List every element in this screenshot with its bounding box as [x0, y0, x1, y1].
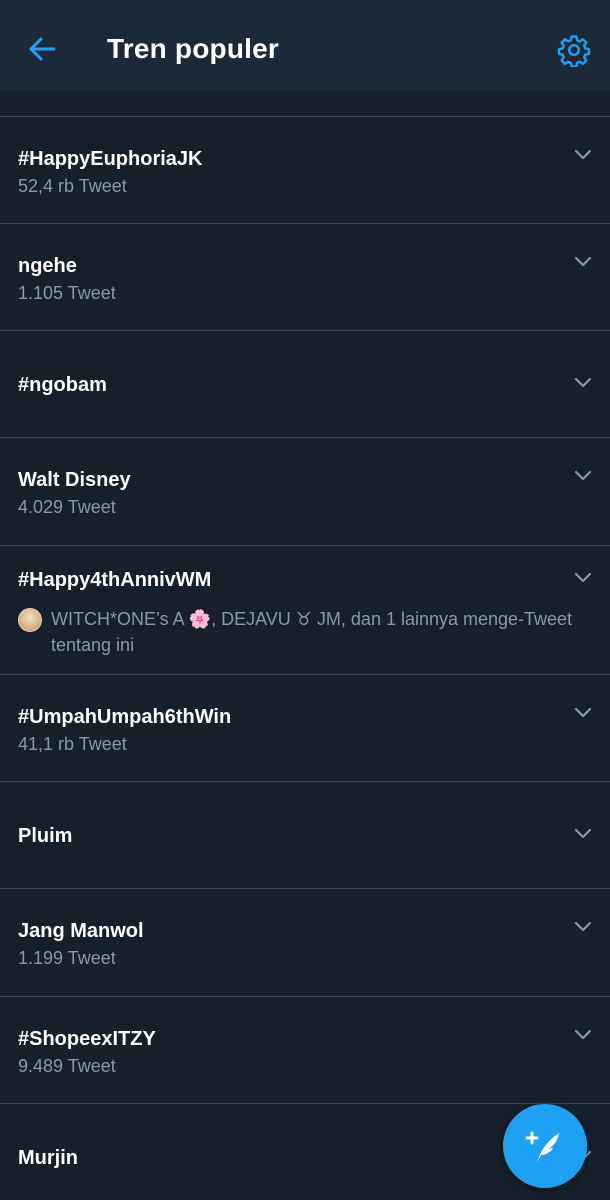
trend-tweet-count: 4.029 Tweet — [18, 497, 116, 517]
arrow-left-icon — [29, 37, 56, 61]
chevron-down-icon — [574, 470, 592, 481]
gear-icon — [557, 35, 591, 67]
trend-options-button[interactable] — [572, 570, 594, 586]
trend-row[interactable]: Pluim — [0, 782, 610, 889]
trend-row[interactable]: #HappyEuphoriaJK 52,4 rb Tweet — [0, 117, 610, 224]
trend-options-button[interactable] — [572, 375, 594, 391]
trend-options-button[interactable] — [572, 1027, 594, 1043]
trend-options-button[interactable] — [572, 705, 594, 721]
trend-options-button[interactable] — [572, 919, 594, 935]
trend-row[interactable]: #UmpahUmpah6thWin 41,1 rb Tweet — [0, 675, 610, 782]
trend-name: #ShopeexITZY — [18, 1028, 156, 1050]
trend-tweet-count: 9.489 Tweet — [18, 1056, 116, 1076]
trend-row[interactable]: Walt Disney 4.029 Tweet — [0, 438, 610, 546]
trend-tweet-count: 1.105 Tweet — [18, 283, 116, 303]
chevron-down-icon — [574, 921, 592, 932]
trend-tweet-count: 1.199 Tweet — [18, 948, 116, 968]
avatar — [18, 608, 42, 632]
trend-row[interactable]: Jang Manwol 1.199 Tweet — [0, 889, 610, 997]
compose-tweet-button[interactable] — [503, 1104, 587, 1188]
chevron-down-icon — [574, 707, 592, 718]
trend-name: Murjin — [18, 1147, 78, 1169]
chevron-down-icon — [574, 1029, 592, 1040]
back-button[interactable] — [22, 32, 62, 66]
chevron-down-icon — [574, 572, 592, 583]
page-title: Tren populer — [107, 33, 279, 64]
trend-name: Jang Manwol — [18, 920, 144, 942]
chevron-down-icon — [574, 149, 592, 160]
trend-name: Walt Disney — [18, 469, 131, 491]
app-header: Tren populer — [0, 8, 610, 90]
trend-name: #UmpahUmpah6thWin — [18, 706, 232, 728]
trend-name: #Happy4thAnnivWM — [18, 569, 212, 591]
trend-tweet-count: 41,1 rb Tweet — [18, 734, 127, 754]
chevron-down-icon — [574, 828, 592, 839]
trend-options-button[interactable] — [572, 468, 594, 484]
settings-button[interactable] — [554, 30, 594, 70]
trend-name: ngehe — [18, 255, 77, 277]
chevron-down-icon — [574, 377, 592, 388]
status-bar — [0, 0, 610, 8]
trend-tweet-count: 52,4 rb Tweet — [18, 176, 127, 196]
trend-name: #HappyEuphoriaJK — [18, 148, 203, 170]
chevron-down-icon — [574, 256, 592, 267]
social-context-text: WITCH*ONE’s A 🌸, DEJAVU ♉ JM, dan 1 lain… — [51, 609, 573, 655]
trend-row[interactable]: ngehe 1.105 Tweet — [0, 224, 610, 331]
trend-options-button[interactable] — [572, 826, 594, 842]
trend-row[interactable]: #Happy4thAnnivWM WITCH*ONE’s A 🌸, DEJAVU… — [0, 546, 610, 675]
trend-row[interactable]: #ShopeexITZY 9.489 Tweet — [0, 997, 610, 1104]
trend-name: Pluim — [18, 825, 73, 847]
compose-tweet-icon — [525, 1131, 559, 1162]
trend-row[interactable]: #ngobam — [0, 331, 610, 438]
trend-name: #ngobam — [18, 374, 107, 396]
trend-options-button[interactable] — [572, 254, 594, 270]
trend-options-button[interactable] — [572, 147, 594, 163]
